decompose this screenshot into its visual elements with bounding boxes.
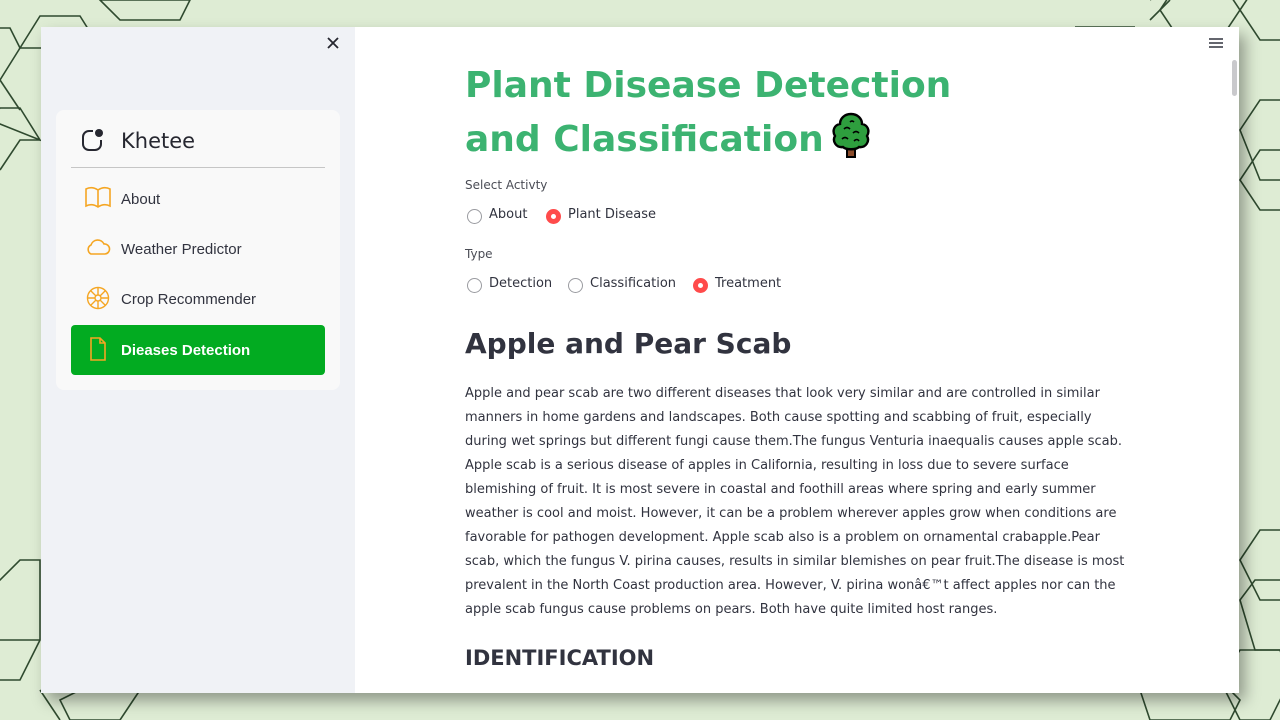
section-body: Apple and pear scab are two different di… (465, 386, 1125, 617)
main-content: Plant Disease Detection and Classificati… (355, 27, 1239, 693)
radio-label: Treatment (715, 276, 782, 291)
nav-item-weather-predictor[interactable]: Weather Predictor (71, 224, 325, 274)
radio-label: Classification (590, 276, 677, 291)
radio-plant-disease[interactable]: Plant Disease (544, 205, 659, 227)
radio-label: Plant Disease (568, 207, 657, 222)
radio-treatment[interactable]: Treatment (691, 274, 786, 296)
file-icon (90, 337, 106, 361)
page-title: Plant Disease Detection and Classificati… (465, 61, 1025, 165)
page-title-text: Plant Disease Detection and Classificati… (465, 65, 952, 160)
book-icon (85, 186, 111, 208)
nav-item-label: Weather Predictor (121, 241, 242, 258)
flower-icon (86, 286, 110, 310)
radio-label: About (489, 207, 528, 222)
app-window: Khetee About Weather Predictor Crop Reco… (41, 27, 1239, 693)
nav-item-dieases-detection[interactable]: Dieases Detection (71, 325, 325, 375)
type-label: Type (465, 247, 493, 261)
section-title: Apple and Pear Scab (465, 327, 792, 360)
sidebar: Khetee About Weather Predictor Crop Reco… (41, 27, 355, 693)
hamburger-menu-icon[interactable] (1208, 35, 1224, 51)
radio-circle (568, 278, 583, 293)
radio-about[interactable]: About (465, 205, 535, 227)
app-logo-icon (82, 129, 103, 151)
nav-menu: Khetee About Weather Predictor Crop Reco… (56, 110, 340, 390)
activity-label: Select Activty (465, 178, 548, 192)
close-icon[interactable] (323, 33, 343, 53)
cloud-icon (87, 239, 111, 255)
nav-item-crop-recommender[interactable]: Crop Recommender (71, 274, 325, 324)
nav-item-label: About (121, 191, 161, 208)
tree-icon (832, 112, 870, 158)
radio-classification[interactable]: Classification (566, 274, 681, 296)
nav-item-label: Crop Recommender (121, 291, 257, 308)
subsection-title: IDENTIFICATION (465, 646, 655, 670)
nav-item-about[interactable]: About (71, 174, 325, 224)
brand-name: Khetee (121, 129, 196, 153)
radio-circle (467, 278, 482, 293)
radio-label: Detection (489, 276, 553, 291)
brand-header: Khetee (71, 126, 325, 168)
nav-item-label: Dieases Detection (121, 342, 251, 359)
radio-circle (693, 278, 708, 293)
scrollbar-thumb[interactable] (1232, 60, 1237, 96)
radio-circle (546, 209, 561, 224)
radio-circle (467, 209, 482, 224)
radio-detection[interactable]: Detection (465, 274, 555, 296)
